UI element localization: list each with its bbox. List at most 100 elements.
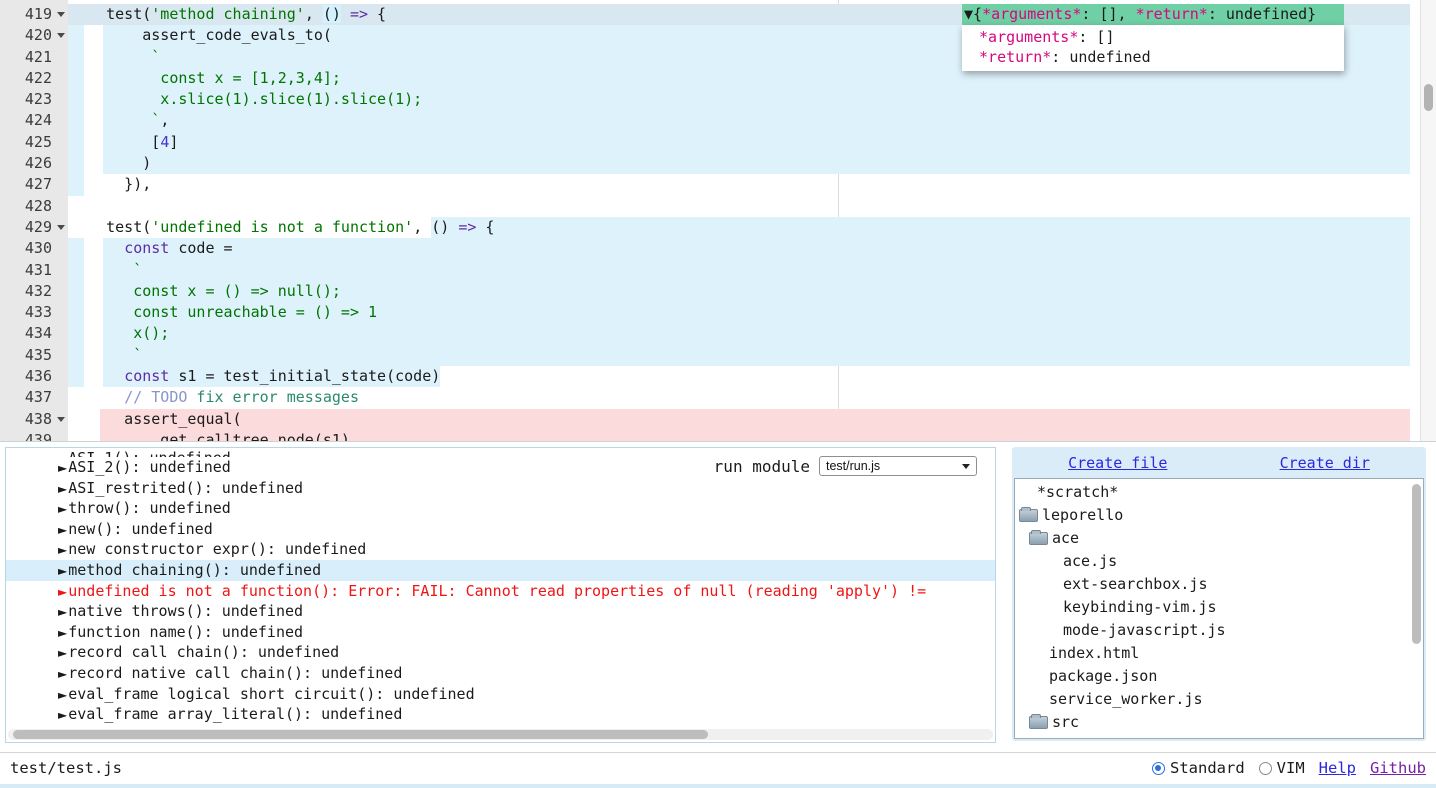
expand-icon[interactable]: ►: [58, 626, 67, 640]
fold-toggle-icon[interactable]: [57, 225, 65, 230]
code-line[interactable]: `: [68, 345, 1410, 366]
fold-toggle-icon[interactable]: [57, 417, 65, 422]
help-link[interactable]: Help: [1319, 759, 1356, 777]
test-result-item[interactable]: ►undefined is not a function(): Error: F…: [6, 581, 995, 602]
code-line[interactable]: `,: [68, 110, 1410, 131]
status-bar-right: Standard VIM Help Github: [1152, 759, 1426, 777]
fold-toggle-icon[interactable]: [57, 12, 65, 17]
code-line[interactable]: get_calltree_node(s1): [68, 430, 1410, 442]
github-link[interactable]: Github: [1370, 759, 1426, 777]
code-token: test(: [70, 5, 151, 23]
line-number[interactable]: 428: [0, 196, 68, 217]
line-number[interactable]: 422: [0, 68, 68, 89]
line-number[interactable]: 419: [0, 4, 68, 25]
tooltip-entry[interactable]: *arguments*: []: [962, 27, 1344, 47]
file-tree-item[interactable]: ace.js: [1015, 550, 1423, 573]
test-result-item[interactable]: ►new constructor expr(): undefined: [6, 539, 995, 560]
file-tree-item[interactable]: ext-searchbox.js: [1015, 573, 1423, 596]
file-tree-folder[interactable]: leporello: [1015, 504, 1423, 527]
code-line[interactable]: }),: [68, 174, 1410, 195]
code-line[interactable]: const unreachable = () => 1: [68, 302, 1410, 323]
tooltip-entry[interactable]: *return*: undefined: [962, 47, 1344, 67]
line-number[interactable]: 439: [0, 430, 68, 442]
fold-toggle-icon[interactable]: [57, 33, 65, 38]
line-number[interactable]: 434: [0, 323, 68, 344]
line-number[interactable]: 430: [0, 238, 68, 259]
line-number[interactable]: 429: [0, 217, 68, 238]
expand-icon[interactable]: ►: [58, 543, 67, 557]
code-line[interactable]: const s1 = test_initial_state(code): [68, 366, 1410, 387]
keybinding-standard-option[interactable]: Standard: [1152, 759, 1245, 777]
test-result-item[interactable]: ►eval_frame logical short circuit(): und…: [6, 684, 995, 705]
expand-icon[interactable]: ►: [58, 502, 67, 516]
test-result-item[interactable]: ►function name(): undefined: [6, 622, 995, 643]
code-token: [70, 367, 124, 385]
line-number[interactable]: 420: [0, 25, 68, 46]
code-line[interactable]: assert_equal(: [68, 409, 1410, 430]
editor-scrollbar-thumb[interactable]: [1424, 84, 1433, 111]
line-number[interactable]: 427: [0, 174, 68, 195]
code-line[interactable]: `: [68, 260, 1410, 281]
editor-scrollbar[interactable]: [1420, 0, 1436, 441]
expand-icon[interactable]: ►: [58, 667, 67, 681]
radio-unselected-icon[interactable]: [1259, 762, 1272, 775]
code-line[interactable]: [68, 196, 1410, 217]
code-line[interactable]: const x = () => null();: [68, 281, 1410, 302]
line-number[interactable]: 435: [0, 345, 68, 366]
code-line[interactable]: x();: [68, 323, 1410, 344]
test-result-item[interactable]: ►method chaining(): undefined: [6, 560, 995, 581]
expand-icon[interactable]: ►: [58, 605, 67, 619]
file-tree-item[interactable]: *scratch*: [1015, 481, 1423, 504]
file-tree-folder[interactable]: ace: [1015, 527, 1423, 550]
line-number[interactable]: 431: [0, 260, 68, 281]
code-line[interactable]: // TODO fix error messages: [68, 387, 1410, 408]
test-result-item[interactable]: ►throw(): undefined: [6, 498, 995, 519]
expand-icon[interactable]: ►: [58, 523, 67, 537]
test-result-item[interactable]: ►ASI_restrited(): undefined: [6, 478, 995, 499]
line-number[interactable]: 424: [0, 110, 68, 131]
line-number[interactable]: 425: [0, 132, 68, 153]
expand-icon[interactable]: ►: [58, 708, 67, 722]
test-result-item[interactable]: ►record call chain(): undefined: [6, 642, 995, 663]
line-number[interactable]: 433: [0, 302, 68, 323]
file-tree-item[interactable]: keybinding-vim.js: [1015, 596, 1423, 619]
code-line[interactable]: const code =: [68, 238, 1410, 259]
tooltip-collapsed-value[interactable]: ▼{*arguments*: [], *return*: undefined}: [962, 4, 1344, 25]
expand-icon[interactable]: ►: [58, 688, 67, 702]
run-module-select[interactable]: test/run.js: [819, 456, 977, 476]
line-number[interactable]: 438: [0, 409, 68, 430]
line-number[interactable]: 421: [0, 47, 68, 68]
code-line[interactable]: x.slice(1).slice(1).slice(1);: [68, 89, 1410, 110]
code-line[interactable]: ): [68, 153, 1410, 174]
radio-selected-icon[interactable]: [1152, 762, 1165, 775]
test-result-item[interactable]: ►eval_frame array_literal(): undefined: [6, 704, 995, 725]
file-tree-item[interactable]: index.html: [1015, 642, 1423, 665]
line-number[interactable]: 432: [0, 281, 68, 302]
keybinding-vim-option[interactable]: VIM: [1259, 759, 1305, 777]
expand-icon[interactable]: ►: [58, 564, 67, 578]
file-tree-item[interactable]: service_worker.js: [1015, 688, 1423, 711]
expand-icon[interactable]: ►: [58, 646, 67, 660]
code-token: get_calltree_node(s1): [70, 431, 350, 442]
line-number[interactable]: 426: [0, 153, 68, 174]
line-number[interactable]: 423: [0, 89, 68, 110]
expand-icon[interactable]: ►: [58, 482, 67, 496]
line-number[interactable]: 437: [0, 387, 68, 408]
file-tree-item[interactable]: package.json: [1015, 665, 1423, 688]
file-tree-item[interactable]: mode-javascript.js: [1015, 619, 1423, 642]
test-result-item[interactable]: ►record native call chain(): undefined: [6, 663, 995, 684]
test-result-item[interactable]: ►native throws(): undefined: [6, 601, 995, 622]
file-tree-folder[interactable]: src: [1015, 711, 1423, 734]
code-line[interactable]: test('undefined is not a function', () =…: [68, 217, 1410, 238]
file-tree-scrollbar-thumb[interactable]: [1412, 484, 1421, 644]
create-dir-button[interactable]: Create dir: [1280, 454, 1370, 472]
code-line[interactable]: [4]: [68, 132, 1410, 153]
expand-icon[interactable]: ►: [58, 461, 67, 475]
file-tree-item[interactable]: ast_utils.js: [1015, 734, 1423, 739]
output-horizontal-scrollbar-thumb[interactable]: [13, 730, 708, 739]
create-file-button[interactable]: Create file: [1068, 454, 1167, 472]
line-number[interactable]: 436: [0, 366, 68, 387]
test-result-item[interactable]: ►new(): undefined: [6, 519, 995, 540]
output-horizontal-scrollbar[interactable]: [8, 729, 993, 740]
expand-icon[interactable]: ►: [58, 585, 67, 599]
